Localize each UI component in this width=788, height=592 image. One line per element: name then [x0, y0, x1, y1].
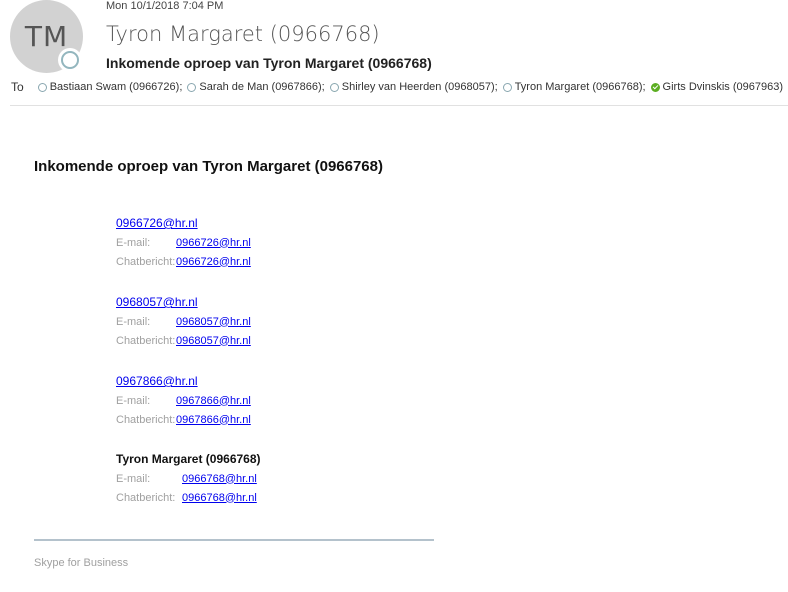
chat-label: Chatbericht:	[116, 413, 176, 426]
footer-divider	[34, 539, 434, 541]
presence-indicator-icon	[61, 51, 79, 69]
recipient[interactable]: Girts Dvinskis (0967963)	[650, 81, 783, 93]
recipient[interactable]: Sarah de Man (0967866);	[187, 81, 325, 93]
contact-heading-link[interactable]: 0966726@hr.nl	[116, 216, 198, 230]
contact-heading-link[interactable]: 0968057@hr.nl	[116, 295, 198, 309]
recipient-name[interactable]: Shirley van Heerden (0968057);	[342, 81, 498, 93]
chat-link[interactable]: 0967866@hr.nl	[176, 414, 251, 426]
sender-name[interactable]: Tyron Margaret (0966768)	[106, 22, 380, 46]
email-link[interactable]: 0968057@hr.nl	[176, 316, 251, 328]
contact-block: 0967866@hr.nl E-mail: 0967866@hr.nl Chat…	[116, 371, 251, 429]
email-link[interactable]: 0967866@hr.nl	[176, 395, 251, 407]
email-label: E-mail:	[116, 472, 151, 485]
chat-label: Chatbericht:	[116, 255, 176, 268]
to-label: To	[11, 80, 24, 94]
header-divider	[10, 105, 788, 106]
recipient-name[interactable]: Girts Dvinskis (0967963)	[663, 81, 783, 93]
body-title: Inkomende oproep van Tyron Margaret (096…	[34, 158, 383, 175]
presence-offline-icon	[37, 82, 47, 92]
email-label: E-mail:	[116, 236, 151, 249]
email-label: E-mail:	[116, 315, 151, 328]
chat-link[interactable]: 0968057@hr.nl	[176, 335, 251, 347]
contact-heading-link[interactable]: 0967866@hr.nl	[116, 374, 198, 388]
recipients-row: To Bastiaan Swam (0966726); Sarah de Man…	[11, 80, 783, 94]
recipient[interactable]: Bastiaan Swam (0966726);	[37, 81, 183, 93]
message-date: Mon 10/1/2018 7:04 PM	[106, 0, 224, 12]
presence-offline-icon	[187, 82, 197, 92]
contact-block: 0966726@hr.nl E-mail: 0966726@hr.nl Chat…	[116, 213, 251, 271]
presence-available-icon	[650, 82, 660, 92]
recipient-name[interactable]: Sarah de Man (0967866);	[199, 81, 324, 93]
footer-text: Skype for Business	[34, 557, 129, 569]
email-label: E-mail:	[116, 394, 151, 407]
chat-label: Chatbericht:	[116, 491, 176, 504]
contact-heading: Tyron Margaret (0966768)	[116, 452, 261, 466]
chat-link[interactable]: 0966768@hr.nl	[182, 492, 257, 504]
recipient[interactable]: Tyron Margaret (0966768);	[502, 81, 646, 93]
presence-offline-icon	[502, 82, 512, 92]
recipient-name[interactable]: Tyron Margaret (0966768);	[515, 81, 646, 93]
presence-offline-icon	[329, 82, 339, 92]
contact-block: Tyron Margaret (0966768) E-mail: 0966768…	[116, 449, 261, 507]
chat-label: Chatbericht:	[116, 334, 176, 347]
contact-block: 0968057@hr.nl E-mail: 0968057@hr.nl Chat…	[116, 292, 251, 350]
recipient-name[interactable]: Bastiaan Swam (0966726);	[50, 81, 183, 93]
chat-link[interactable]: 0966726@hr.nl	[176, 256, 251, 268]
email-link[interactable]: 0966768@hr.nl	[182, 473, 257, 485]
message-subject: Inkomende oproep van Tyron Margaret (096…	[106, 55, 432, 71]
recipient[interactable]: Shirley van Heerden (0968057);	[329, 81, 498, 93]
email-link[interactable]: 0966726@hr.nl	[176, 237, 251, 249]
